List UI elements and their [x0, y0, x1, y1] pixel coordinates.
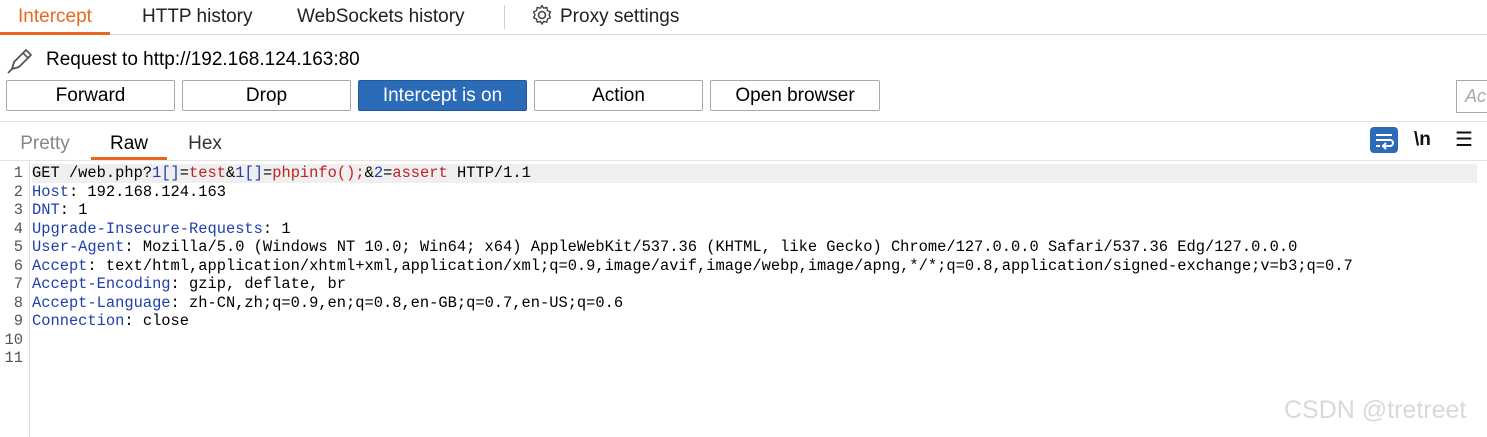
header-line: Accept: text/html,application/xhtml+xml,… [32, 257, 1353, 276]
tab-pretty[interactable]: Pretty [8, 130, 82, 158]
param-value: phpinfo(); [272, 164, 365, 182]
show-newlines-icon[interactable]: \n [1414, 127, 1431, 153]
drop-button[interactable]: Drop [182, 80, 351, 111]
header-value: : text/html,application/xhtml+xml,applic… [87, 256, 1353, 275]
header-line: User-Agent: Mozilla/5.0 (Windows NT 10.0… [32, 238, 1297, 257]
line-number: 3 [13, 201, 23, 219]
header-name: Accept-Language [32, 293, 171, 312]
header-value: : Mozilla/5.0 (Windows NT 10.0; Win64; x… [124, 238, 1298, 256]
header-line: DNT: 1 [32, 201, 87, 220]
request-target-title: Request to http://192.168.124.163:80 [46, 49, 360, 70]
param-value: assert [392, 164, 448, 182]
method-path: GET /web.php? [32, 164, 153, 182]
param-name: 2 [373, 164, 384, 182]
tab-websockets-history-label: WebSockets history [297, 6, 465, 27]
param-separator: & [364, 164, 374, 182]
line-number: 4 [13, 219, 23, 238]
line-number: 10 [4, 330, 23, 349]
intercept-toggle-button[interactable]: Intercept is on [358, 80, 527, 111]
line-number: 6 [13, 256, 23, 275]
editor-menu-icon[interactable]: ☰ [1455, 127, 1473, 153]
header-name: Upgrade-Insecure-Requests [32, 219, 263, 238]
tab-raw[interactable]: Raw [91, 130, 167, 160]
header-value: : zh-CN,zh;q=0.9,en;q=0.8,en-GB;q=0.7,en… [170, 293, 624, 312]
tab-http-history[interactable]: HTTP history [124, 0, 271, 34]
param-equals: = [179, 164, 190, 182]
forward-button[interactable]: Forward [6, 80, 175, 111]
word-wrap-glyph [1376, 134, 1394, 150]
header-name: Accept-Encoding [32, 275, 171, 293]
pencil-icon[interactable] [6, 45, 36, 75]
raw-request-editor[interactable]: 1 2 3 4 5 6 7 8 9 10 11 GET /web.php?1[]… [0, 162, 1487, 437]
action-button[interactable]: Action [534, 80, 703, 111]
tab-proxy-settings[interactable]: Proxy settings [512, 0, 697, 34]
header-line: Accept-Language: zh-CN,zh;q=0.9,en;q=0.8… [32, 294, 623, 313]
tab-intercept-label: Intercept [18, 6, 92, 27]
header-line: Host: 192.168.124.163 [32, 183, 226, 202]
comment-field[interactable]: Ac [1456, 80, 1487, 113]
line-number-gutter: 1 2 3 4 5 6 7 8 9 10 11 [0, 162, 30, 437]
param-name: 1[] [235, 164, 263, 182]
tab-intercept[interactable]: Intercept [0, 0, 110, 35]
tab-hex[interactable]: Hex [176, 130, 234, 158]
header-line: Upgrade-Insecure-Requests: 1 [32, 220, 291, 239]
open-browser-button[interactable]: Open browser [710, 80, 880, 111]
line-number: 7 [13, 275, 23, 293]
line-number: 5 [13, 238, 23, 256]
editor-tabs-divider [0, 160, 1487, 161]
tab-http-history-label: HTTP history [142, 6, 253, 27]
header-value: : 192.168.124.163 [68, 182, 226, 201]
line-number: 1 [13, 164, 23, 182]
tab-proxy-settings-label: Proxy settings [560, 6, 680, 27]
param-equals: = [262, 164, 273, 182]
proxy-tab-bar: Intercept HTTP history WebSockets histor… [0, 0, 1487, 35]
toolbar-divider [0, 121, 1487, 122]
line-number: 11 [4, 349, 23, 367]
param-separator: & [226, 164, 236, 182]
header-value: : close [124, 312, 190, 330]
header-name: User-Agent [32, 238, 125, 256]
param-value: test [189, 164, 226, 182]
tab-divider [504, 5, 505, 29]
header-name: DNT [32, 201, 60, 219]
http-version: HTTP/1.1 [447, 164, 531, 182]
tab-websockets-history[interactable]: WebSockets history [279, 0, 483, 34]
header-name: Accept [32, 256, 88, 275]
line-number: 8 [13, 293, 23, 312]
param-name: 1[] [152, 164, 180, 182]
request-header: Request to http://192.168.124.163:80 [6, 42, 360, 78]
request-line: GET /web.php?1[]=test&1[]=phpinfo();&2=a… [32, 164, 1477, 183]
header-value: : gzip, deflate, br [170, 275, 347, 293]
header-name: Connection [32, 312, 125, 330]
header-value: : 1 [59, 201, 88, 219]
header-value: : 1 [262, 219, 291, 238]
header-name: Host [32, 182, 69, 201]
line-number: 2 [13, 182, 23, 201]
header-line: Connection: close [32, 312, 189, 331]
word-wrap-icon[interactable] [1370, 127, 1398, 153]
gear-icon [532, 4, 552, 25]
header-line: Accept-Encoding: gzip, deflate, br [32, 275, 346, 294]
line-number: 9 [13, 312, 23, 330]
watermark: CSDN @tretreet [1284, 396, 1467, 424]
param-equals: = [383, 164, 393, 182]
